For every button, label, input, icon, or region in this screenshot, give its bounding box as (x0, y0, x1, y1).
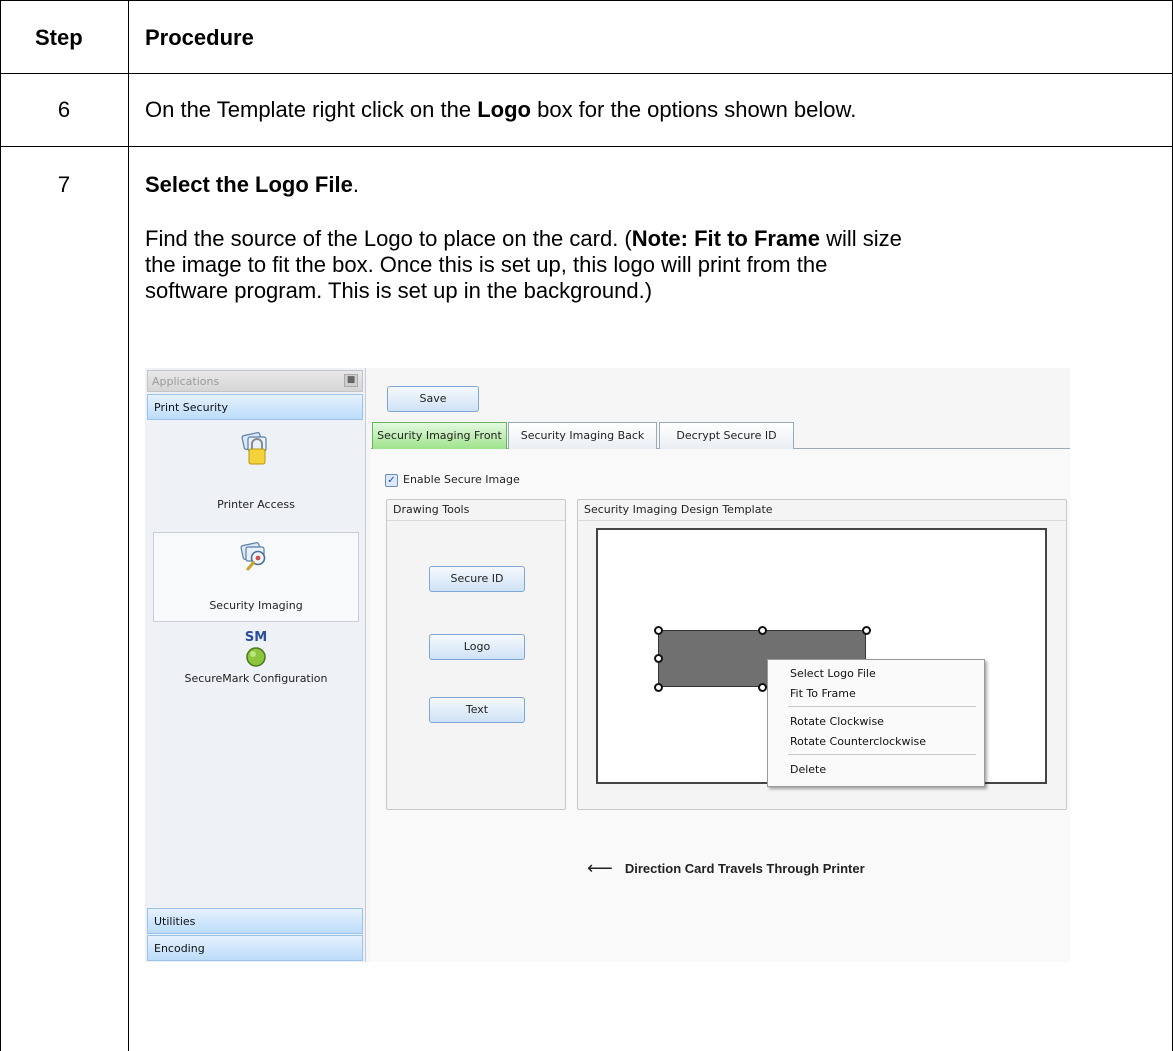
sidebar-item-label: Security Imaging (209, 599, 303, 612)
sidebar-group-encoding[interactable]: Encoding (147, 935, 363, 961)
text-button[interactable]: Text (429, 697, 525, 723)
applications-sidebar: Applications ■ Print Security Printer Ac… (145, 368, 366, 962)
table-border-top (0, 0, 1173, 1)
direction-label: ⟵ Direction Card Travels Through Printer (587, 858, 865, 879)
menu-separator (788, 706, 976, 707)
sidebar-group-utilities[interactable]: Utilities (147, 908, 363, 934)
resize-handle[interactable] (654, 654, 663, 663)
logo-context-menu: Select Logo File Fit To Frame Rotate Clo… (767, 659, 985, 787)
resize-handle[interactable] (862, 626, 871, 635)
design-template-title: Security Imaging Design Template (584, 503, 773, 516)
securemark-icon (246, 647, 266, 667)
step-number: 6 (57, 97, 71, 122)
step-7-body-end: will size (819, 226, 902, 251)
menu-item-select-logo-file[interactable]: Select Logo File (790, 667, 876, 680)
table-row-divider (0, 73, 1173, 74)
step-6-text-start: On the Template right click on the (145, 97, 478, 122)
sidebar-item-label: Printer Access (217, 498, 295, 511)
secure-id-button[interactable]: Secure ID (429, 566, 525, 592)
sidebar-item-security-imaging[interactable]: Security Imaging (153, 532, 359, 622)
sidebar-group-label: Encoding (154, 942, 205, 955)
menu-separator (788, 754, 976, 755)
table-row-divider (0, 146, 1173, 147)
tab-decrypt-secure-id[interactable]: Decrypt Secure ID (659, 422, 794, 449)
step-6-text: On the Template right click on the Logo … (145, 97, 856, 123)
sidebar-item-printer-access[interactable]: Printer Access (153, 424, 359, 530)
sidebar-header: Applications ■ (147, 370, 363, 392)
step-7-body-line1: Find the source of the Logo to place on … (145, 226, 1165, 252)
magnifier-card-icon (240, 542, 266, 571)
step-7-heading: Select the Logo File. (145, 172, 359, 198)
step-7-body-line3: software program. This is set up in the … (145, 278, 653, 303)
step-6-text-end: box for the options shown below. (530, 97, 857, 122)
sidebar-header-label: Applications (152, 375, 220, 388)
menu-item-rotate-counterclockwise[interactable]: Rotate Counterclockwise (790, 735, 926, 748)
sidebar-group-print-security[interactable]: Print Security (147, 394, 363, 420)
sidebar-item-securemark-configuration[interactable]: SM SecureMark Configuration (153, 626, 359, 696)
enable-secure-image-checkbox[interactable]: ✓ (385, 474, 398, 487)
step-number: 7 (57, 172, 71, 197)
card-template-canvas[interactable]: Select Logo File Fit To Frame Rotate Clo… (596, 528, 1047, 787)
step-7-body-start: Find the source of the Logo to place on … (145, 226, 632, 251)
step-7-heading-end: . (352, 172, 359, 197)
panel-divider (578, 520, 1066, 521)
drawing-tools-panel: Drawing Tools Secure ID Logo Text (386, 499, 566, 810)
resize-handle[interactable] (758, 683, 767, 692)
step-6-text-bold: Logo (477, 97, 531, 122)
save-button[interactable]: Save (387, 386, 479, 412)
application-screenshot: Applications ■ Print Security Printer Ac… (145, 368, 1070, 962)
sidebar-group-label: Print Security (154, 401, 228, 414)
table-border-left (0, 0, 1, 1051)
sidebar-group-label: Utilities (154, 915, 196, 928)
table-column-divider (128, 0, 129, 1051)
menu-item-rotate-clockwise[interactable]: Rotate Clockwise (790, 715, 884, 728)
securemark-badge-text: SM (244, 630, 268, 645)
header-step: Step (35, 25, 83, 50)
pin-icon[interactable]: ■ (344, 374, 358, 387)
left-arrow-icon: ⟵ (587, 858, 613, 878)
header-procedure: Procedure (145, 25, 254, 50)
resize-handle[interactable] (654, 683, 663, 692)
step-7-note: Note: Fit to Frame (631, 226, 820, 251)
menu-item-delete[interactable]: Delete (790, 763, 826, 776)
tab-security-imaging-back[interactable]: Security Imaging Back (508, 422, 657, 449)
sidebar-item-label: SecureMark Configuration (184, 672, 328, 685)
resize-handle[interactable] (654, 626, 663, 635)
lock-card-icon (241, 432, 267, 465)
enable-secure-image-label: Enable Secure Image (403, 473, 520, 486)
logo-button[interactable]: Logo (429, 634, 525, 660)
menu-item-fit-to-frame[interactable]: Fit To Frame (790, 687, 856, 700)
step-7-body: Find the source of the Logo to place on … (145, 226, 1165, 304)
resize-handle[interactable] (758, 626, 767, 635)
tab-security-imaging-front[interactable]: Security Imaging Front (372, 422, 507, 449)
step-7-body-line2: the image to fit the box. Once this is s… (145, 252, 828, 277)
drawing-tools-title: Drawing Tools (393, 503, 470, 516)
step-7-heading-bold: Select the Logo File (145, 172, 353, 197)
panel-divider (387, 520, 565, 521)
design-template-panel: Security Imaging Design Template Select … (577, 499, 1067, 810)
direction-text: Direction Card Travels Through Printer (624, 861, 865, 876)
